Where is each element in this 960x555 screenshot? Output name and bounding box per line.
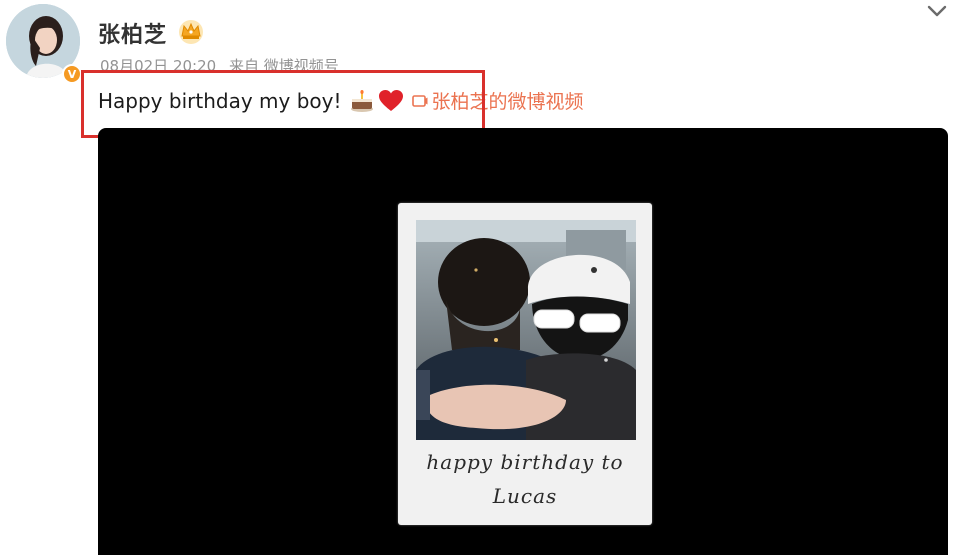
photo-caption-line1: happy birthday to: [426, 450, 624, 474]
weibo-post: V 张柏芝 08月02日 20:20 来自 微博视频号 Happy birthd…: [0, 0, 960, 555]
photo-caption-line2: Lucas: [492, 484, 558, 508]
video-frame-image: [416, 220, 636, 440]
chevron-down-icon[interactable]: [926, 2, 948, 20]
verified-badge-icon: V: [62, 64, 82, 84]
crown-icon: [179, 20, 203, 44]
username[interactable]: 张柏芝: [98, 17, 167, 49]
polaroid-frame: happy birthday to Lucas: [398, 203, 652, 525]
